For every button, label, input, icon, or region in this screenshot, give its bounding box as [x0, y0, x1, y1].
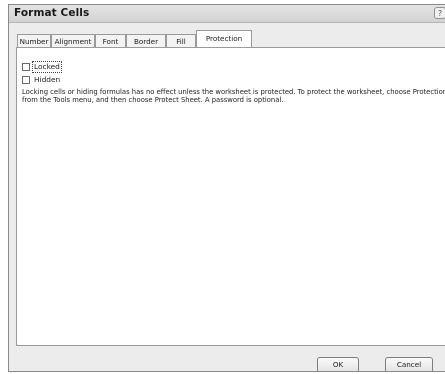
- protection-panel: Locked Hidden Locking cells or hiding fo…: [16, 47, 445, 346]
- tab-protection[interactable]: Protection: [196, 30, 252, 47]
- help-icon[interactable]: ?: [434, 7, 445, 19]
- hidden-option[interactable]: Hidden: [22, 75, 61, 85]
- protection-description: Locking cells or hiding formulas has no …: [22, 88, 445, 105]
- tab-font[interactable]: Font: [95, 34, 126, 47]
- dialog-title: Format Cells: [14, 7, 90, 19]
- tab-fill[interactable]: Fill: [166, 34, 196, 47]
- hidden-label[interactable]: Hidden: [33, 75, 61, 85]
- locked-option[interactable]: Locked: [22, 61, 62, 73]
- tab-border[interactable]: Border: [126, 34, 166, 47]
- locked-label[interactable]: Locked: [32, 61, 62, 73]
- locked-checkbox[interactable]: [22, 63, 30, 71]
- format-cells-dialog: Format Cells ? Number Alignment Font Bor…: [8, 4, 445, 372]
- tab-alignment[interactable]: Alignment: [51, 34, 95, 47]
- ok-button[interactable]: OK: [317, 357, 359, 371]
- tab-number[interactable]: Number: [17, 34, 51, 47]
- hidden-checkbox[interactable]: [22, 76, 30, 84]
- dialog-titlebar[interactable]: Format Cells ?: [9, 5, 445, 23]
- cancel-button[interactable]: Cancel: [385, 357, 433, 371]
